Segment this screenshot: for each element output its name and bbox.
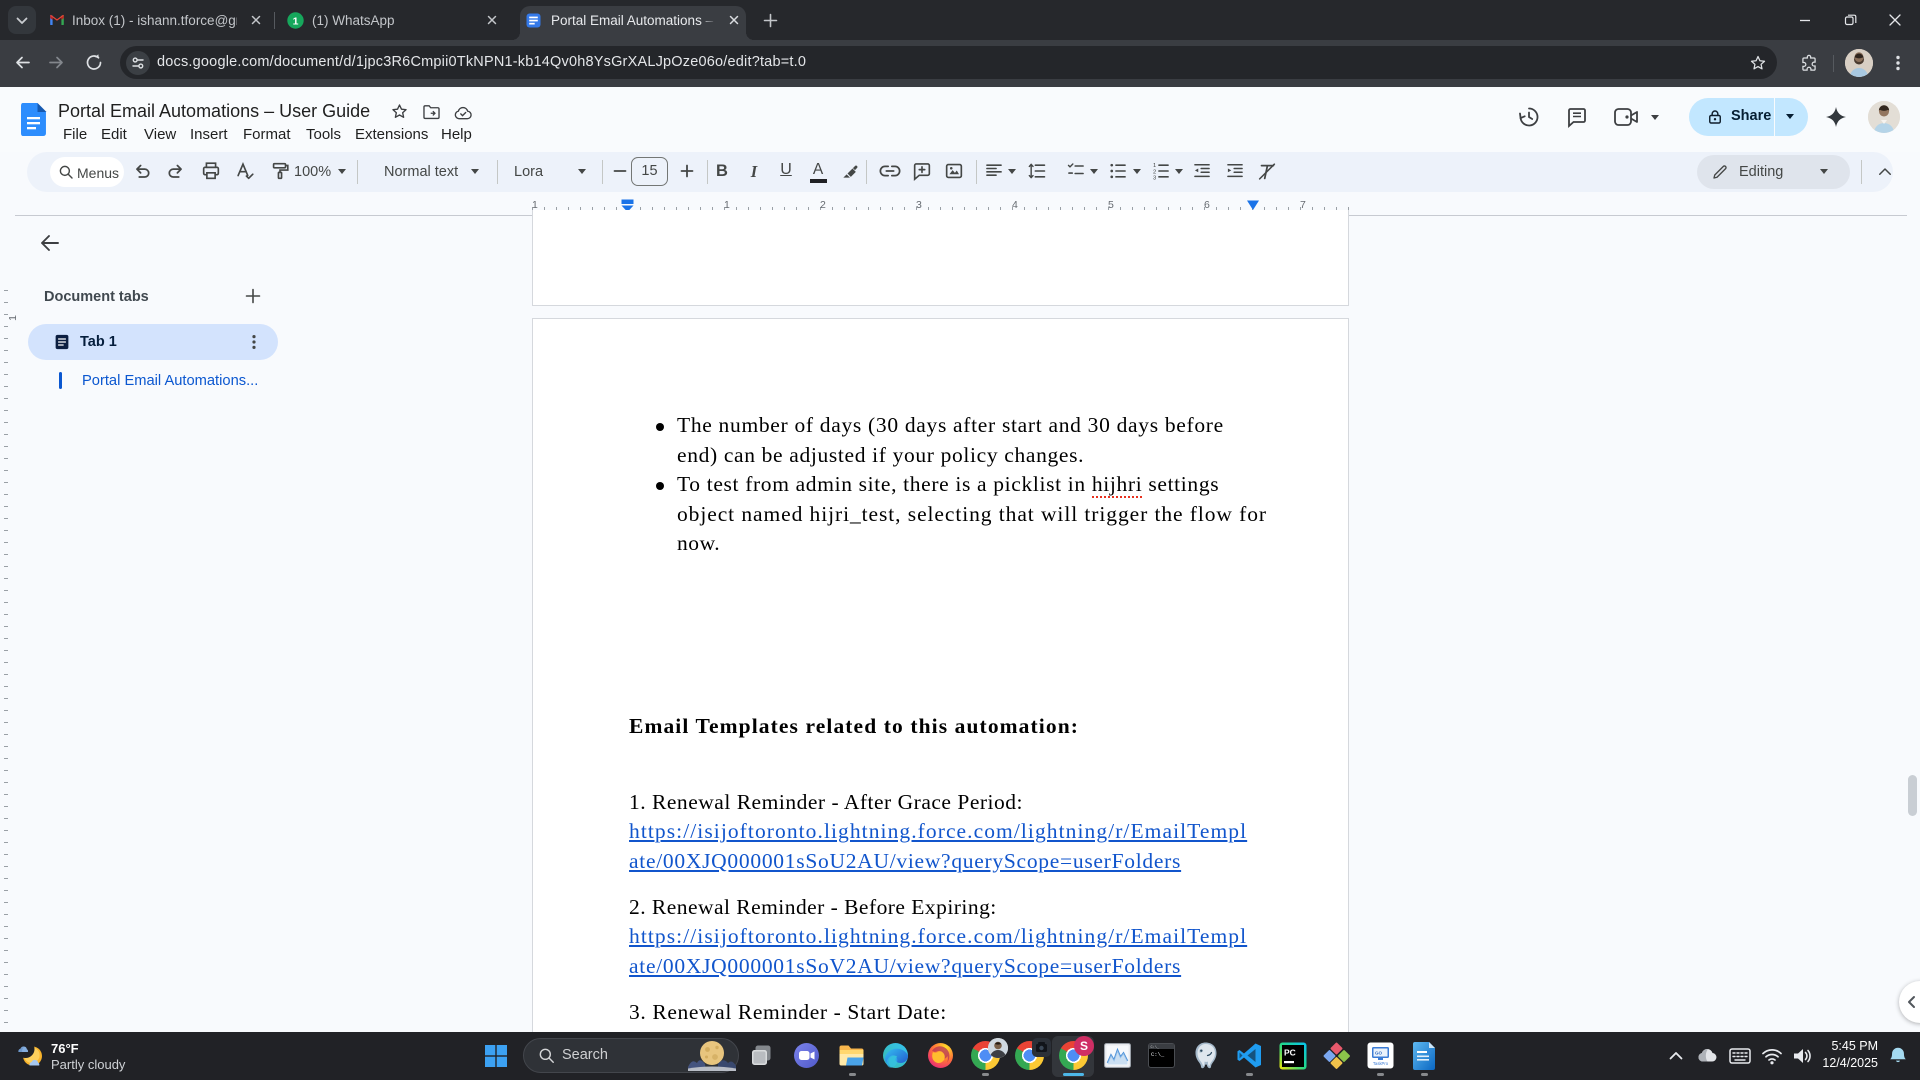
svg-text:TaskPro: TaskPro (1373, 1061, 1389, 1066)
svg-text:3: 3 (1153, 175, 1156, 181)
svg-text:C:\_: C:\_ (1151, 1051, 1165, 1058)
svg-text:2: 2 (1153, 169, 1156, 175)
svg-text:1: 1 (1153, 163, 1156, 169)
svg-text:GO: GO (1375, 1051, 1383, 1056)
svg-text:1: 1 (293, 15, 299, 27)
svg-text:C:\_: C:\_ (1151, 1045, 1160, 1050)
svg-text:PC: PC (1284, 1048, 1296, 1058)
